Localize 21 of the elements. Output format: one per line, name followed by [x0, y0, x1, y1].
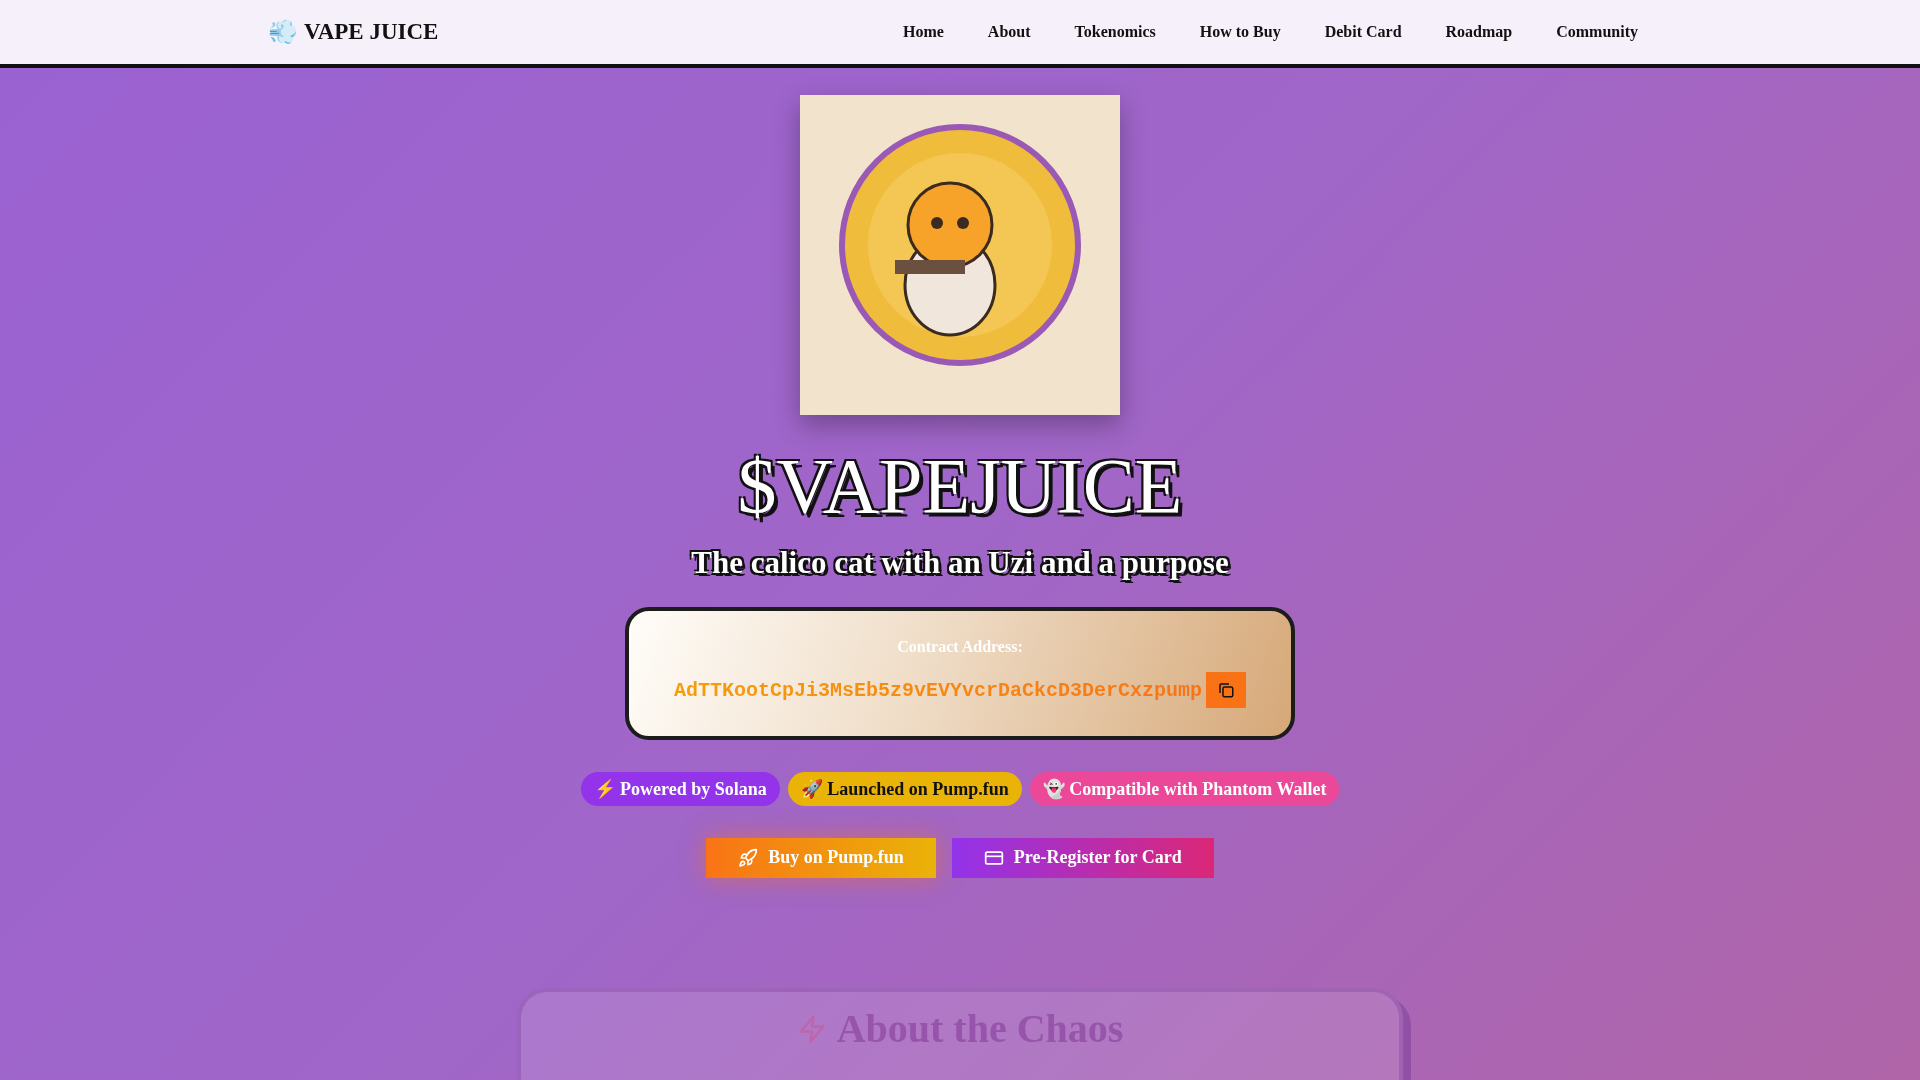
contract-label: Contract Address:	[897, 638, 1023, 657]
token-title: $VAPEJUICE	[737, 443, 1183, 529]
nav-link[interactable]: About	[965, 23, 1053, 41]
feature-badge: 👻 Compatible with Phantom Wallet	[1029, 771, 1340, 806]
lightning-icon	[796, 1013, 827, 1044]
feature-badge: ⚡ Powered by Solana	[580, 771, 780, 806]
nav-link[interactable]: Tokenomics	[1052, 23, 1178, 41]
nav-link[interactable]: Community	[1534, 23, 1660, 41]
copy-icon	[1217, 681, 1236, 700]
logo-emoji: 💨	[268, 18, 298, 46]
nav-link[interactable]: Roadmap	[1423, 23, 1535, 41]
nav-link[interactable]: Debit Card	[1302, 23, 1424, 41]
nav-link[interactable]: How to Buy	[1177, 23, 1303, 41]
feature-badge: 🚀 Launched on Pump.fun	[787, 771, 1022, 806]
copy-button[interactable]	[1206, 672, 1247, 709]
tagline: The calico cat with an Uzi and a purpose	[691, 544, 1229, 581]
site-logo-text[interactable]: VAPE JUICE	[304, 19, 439, 45]
rocket-icon	[738, 847, 759, 868]
contract-address: AdTTKootCpJi3MsEb5z9vEVYvcrDaCkcD3DerCxzpump	[673, 678, 1203, 702]
pre-register-button[interactable]: Pre-Register for Card	[951, 837, 1214, 878]
nav-link[interactable]: Home	[880, 23, 966, 41]
